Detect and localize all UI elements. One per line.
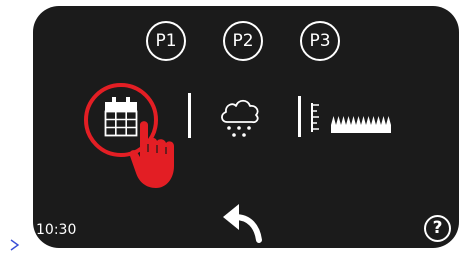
cursor-mark: [10, 236, 20, 255]
mowing-height-icon[interactable]: [310, 99, 394, 139]
rain-cloud-icon[interactable]: [218, 94, 262, 142]
back-arrow-icon: [223, 204, 262, 243]
control-panel: P1 P2 P3 10:30 ?: [33, 6, 459, 248]
calendar-icon: [104, 97, 138, 137]
program-p1-button[interactable]: P1: [146, 21, 186, 61]
separator: [188, 93, 191, 138]
clock-time: 10:30: [36, 222, 77, 238]
separator: [298, 96, 301, 137]
program-p3-button[interactable]: P3: [300, 21, 340, 61]
program-p2-button[interactable]: P2: [223, 21, 263, 61]
back-button[interactable]: [221, 200, 267, 244]
help-button[interactable]: ?: [424, 215, 451, 242]
calendar-mode-button[interactable]: [82, 82, 192, 202]
